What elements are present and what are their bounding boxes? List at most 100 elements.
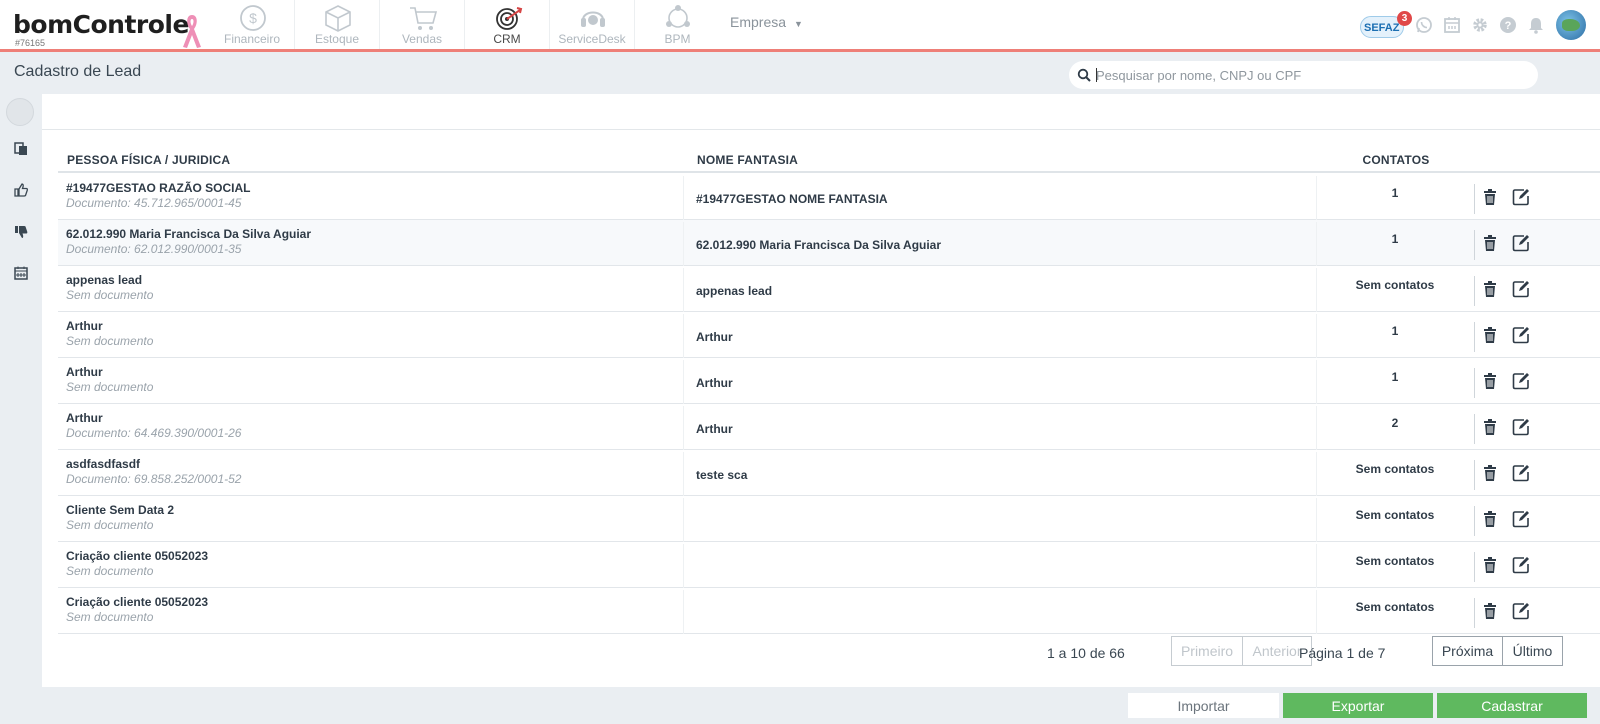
- lead-nome-fantasia: Arthur: [696, 422, 733, 436]
- lead-contatos: 1: [1391, 186, 1399, 200]
- trash-icon[interactable]: [1482, 326, 1498, 344]
- edit-icon[interactable]: [1512, 326, 1530, 344]
- edit-icon[interactable]: [1512, 188, 1530, 206]
- column-divider: [683, 406, 684, 450]
- lead-name[interactable]: #19477GESTAO RAZÃO SOCIAL: [66, 181, 251, 195]
- user-avatar[interactable]: [1556, 10, 1586, 40]
- module-label: Vendas: [401, 32, 443, 46]
- rail-calendar-button[interactable]: [10, 262, 32, 284]
- account-id: #76165: [15, 38, 46, 48]
- table-row[interactable]: appenas lead Sem documento appenas lead Sem…: [58, 266, 1600, 312]
- edit-icon[interactable]: [1512, 602, 1530, 620]
- dollar-coin-icon: $: [240, 5, 266, 31]
- table-row[interactable]: 62.012.990 Maria Francisca Da Silva Agui…: [58, 220, 1600, 266]
- table-row[interactable]: Criação cliente 05052023 Sem documento Sem…: [58, 588, 1600, 634]
- trash-icon[interactable]: [1482, 602, 1498, 620]
- svg-text:?: ?: [1505, 20, 1512, 32]
- column-divider: [683, 590, 684, 634]
- table-row[interactable]: Cliente Sem Data 2 Sem documento Sem conta…: [58, 496, 1600, 542]
- table-row[interactable]: Arthur Sem documento Arthur 1: [58, 358, 1600, 404]
- trash-icon[interactable]: [1482, 510, 1498, 528]
- lead-document: Sem documento: [66, 288, 154, 302]
- lead-nome-fantasia: teste sca: [696, 468, 748, 482]
- sefaz-label: SEFAZ: [1364, 22, 1400, 34]
- lead-document: Documento: 64.469.390/0001-26: [66, 426, 242, 440]
- lead-name[interactable]: Arthur: [66, 319, 103, 333]
- last-page-button[interactable]: Último: [1502, 636, 1563, 666]
- header-pessoa[interactable]: PESSOA FÍSICA / JURIDICA: [67, 153, 230, 167]
- brand-logo[interactable]: bomControle: [13, 10, 189, 39]
- calendar-button[interactable]: [1438, 11, 1466, 39]
- lead-name[interactable]: Arthur: [66, 365, 103, 379]
- trash-icon[interactable]: [1482, 188, 1498, 206]
- module-financeiro[interactable]: $ Financeiro: [210, 0, 295, 49]
- header-contatos[interactable]: CONTATOS: [1319, 153, 1473, 167]
- module-estoque[interactable]: Estoque: [295, 0, 380, 49]
- search-input[interactable]: [1096, 65, 1526, 85]
- edit-icon[interactable]: [1512, 418, 1530, 436]
- next-page-button[interactable]: Próxima: [1432, 636, 1503, 666]
- rail-lost-button[interactable]: [10, 221, 32, 243]
- table-header: PESSOA FÍSICA / JURIDICA NOME FANTASIA C…: [58, 143, 1600, 173]
- notifications-button[interactable]: [1522, 11, 1550, 39]
- table-row[interactable]: asdfasdfasdf Documento: 69.858.252/0001-5…: [58, 450, 1600, 496]
- module-label: ServiceDesk: [558, 32, 626, 46]
- lead-name[interactable]: Criação cliente 05052023: [66, 595, 208, 609]
- table-row[interactable]: Criação cliente 05052023 Sem documento Sem…: [58, 542, 1600, 588]
- lead-nome-fantasia: 62.012.990 Maria Francisca Da Silva Agui…: [696, 238, 942, 252]
- sefaz-button[interactable]: SEFAZ 3: [1360, 10, 1412, 40]
- text-cursor: [1096, 68, 1097, 82]
- rail-leads-button[interactable]: [10, 138, 32, 160]
- lead-nome-fantasia: appenas lead: [696, 284, 773, 298]
- edit-icon[interactable]: [1512, 372, 1530, 390]
- empresa-dropdown[interactable]: Empresa ▼: [730, 14, 803, 30]
- gear-icon: [1473, 18, 1487, 32]
- module-crm[interactable]: CRM: [465, 0, 550, 49]
- module-servicedesk[interactable]: ServiceDesk: [550, 0, 635, 49]
- settings-button[interactable]: [1466, 11, 1494, 39]
- trash-icon[interactable]: [1482, 556, 1498, 574]
- trash-icon[interactable]: [1482, 234, 1498, 252]
- table-row[interactable]: #19477GESTAO RAZÃO SOCIAL Documento: 45.7…: [58, 174, 1600, 220]
- edit-icon[interactable]: [1512, 510, 1530, 528]
- lead-name[interactable]: Criação cliente 05052023: [66, 549, 208, 563]
- rail-toggle-button[interactable]: [6, 98, 34, 126]
- column-divider: [1316, 360, 1317, 404]
- first-page-button[interactable]: Primeiro: [1171, 636, 1243, 666]
- whatsapp-button[interactable]: [1410, 11, 1438, 39]
- create-lead-button[interactable]: Cadastrar: [1437, 693, 1587, 718]
- headset-icon: [581, 11, 605, 27]
- edit-icon[interactable]: [1512, 464, 1530, 482]
- actions-divider: [1474, 230, 1475, 260]
- actions-divider: [1474, 552, 1475, 582]
- module-bpm[interactable]: BPM: [635, 0, 720, 49]
- help-button[interactable]: ?: [1494, 11, 1522, 39]
- box-icon: [325, 5, 351, 32]
- edit-icon[interactable]: [1512, 280, 1530, 298]
- export-button[interactable]: Exportar: [1283, 693, 1433, 718]
- trash-icon[interactable]: [1482, 418, 1498, 436]
- column-divider: [1316, 314, 1317, 358]
- search-icon: [1077, 68, 1091, 82]
- table-row[interactable]: Arthur Documento: 64.469.390/0001-26 Arthu…: [58, 404, 1600, 450]
- header-nome-fantasia[interactable]: NOME FANTASIA: [697, 153, 798, 167]
- lead-name[interactable]: 62.012.990 Maria Francisca Da Silva Agui…: [66, 227, 311, 241]
- lead-name[interactable]: Cliente Sem Data 2: [66, 503, 174, 517]
- lead-name[interactable]: appenas lead: [66, 273, 142, 287]
- rail-won-button[interactable]: [10, 179, 32, 201]
- edit-icon[interactable]: [1512, 556, 1530, 574]
- import-button[interactable]: Importar: [1128, 693, 1279, 718]
- edit-icon[interactable]: [1512, 234, 1530, 252]
- caret-down-icon: ▼: [794, 19, 803, 29]
- thumbs-down-icon: [15, 226, 28, 238]
- column-divider: [683, 268, 684, 312]
- module-vendas[interactable]: Vendas: [380, 0, 465, 49]
- trash-icon[interactable]: [1482, 464, 1498, 482]
- lead-document: Documento: 69.858.252/0001-52: [66, 472, 242, 486]
- lead-name[interactable]: asdfasdfasdf: [66, 457, 140, 471]
- trash-icon[interactable]: [1482, 372, 1498, 390]
- column-divider: [1316, 544, 1317, 588]
- trash-icon[interactable]: [1482, 280, 1498, 298]
- table-row[interactable]: Arthur Sem documento Arthur 1: [58, 312, 1600, 358]
- lead-name[interactable]: Arthur: [66, 411, 103, 425]
